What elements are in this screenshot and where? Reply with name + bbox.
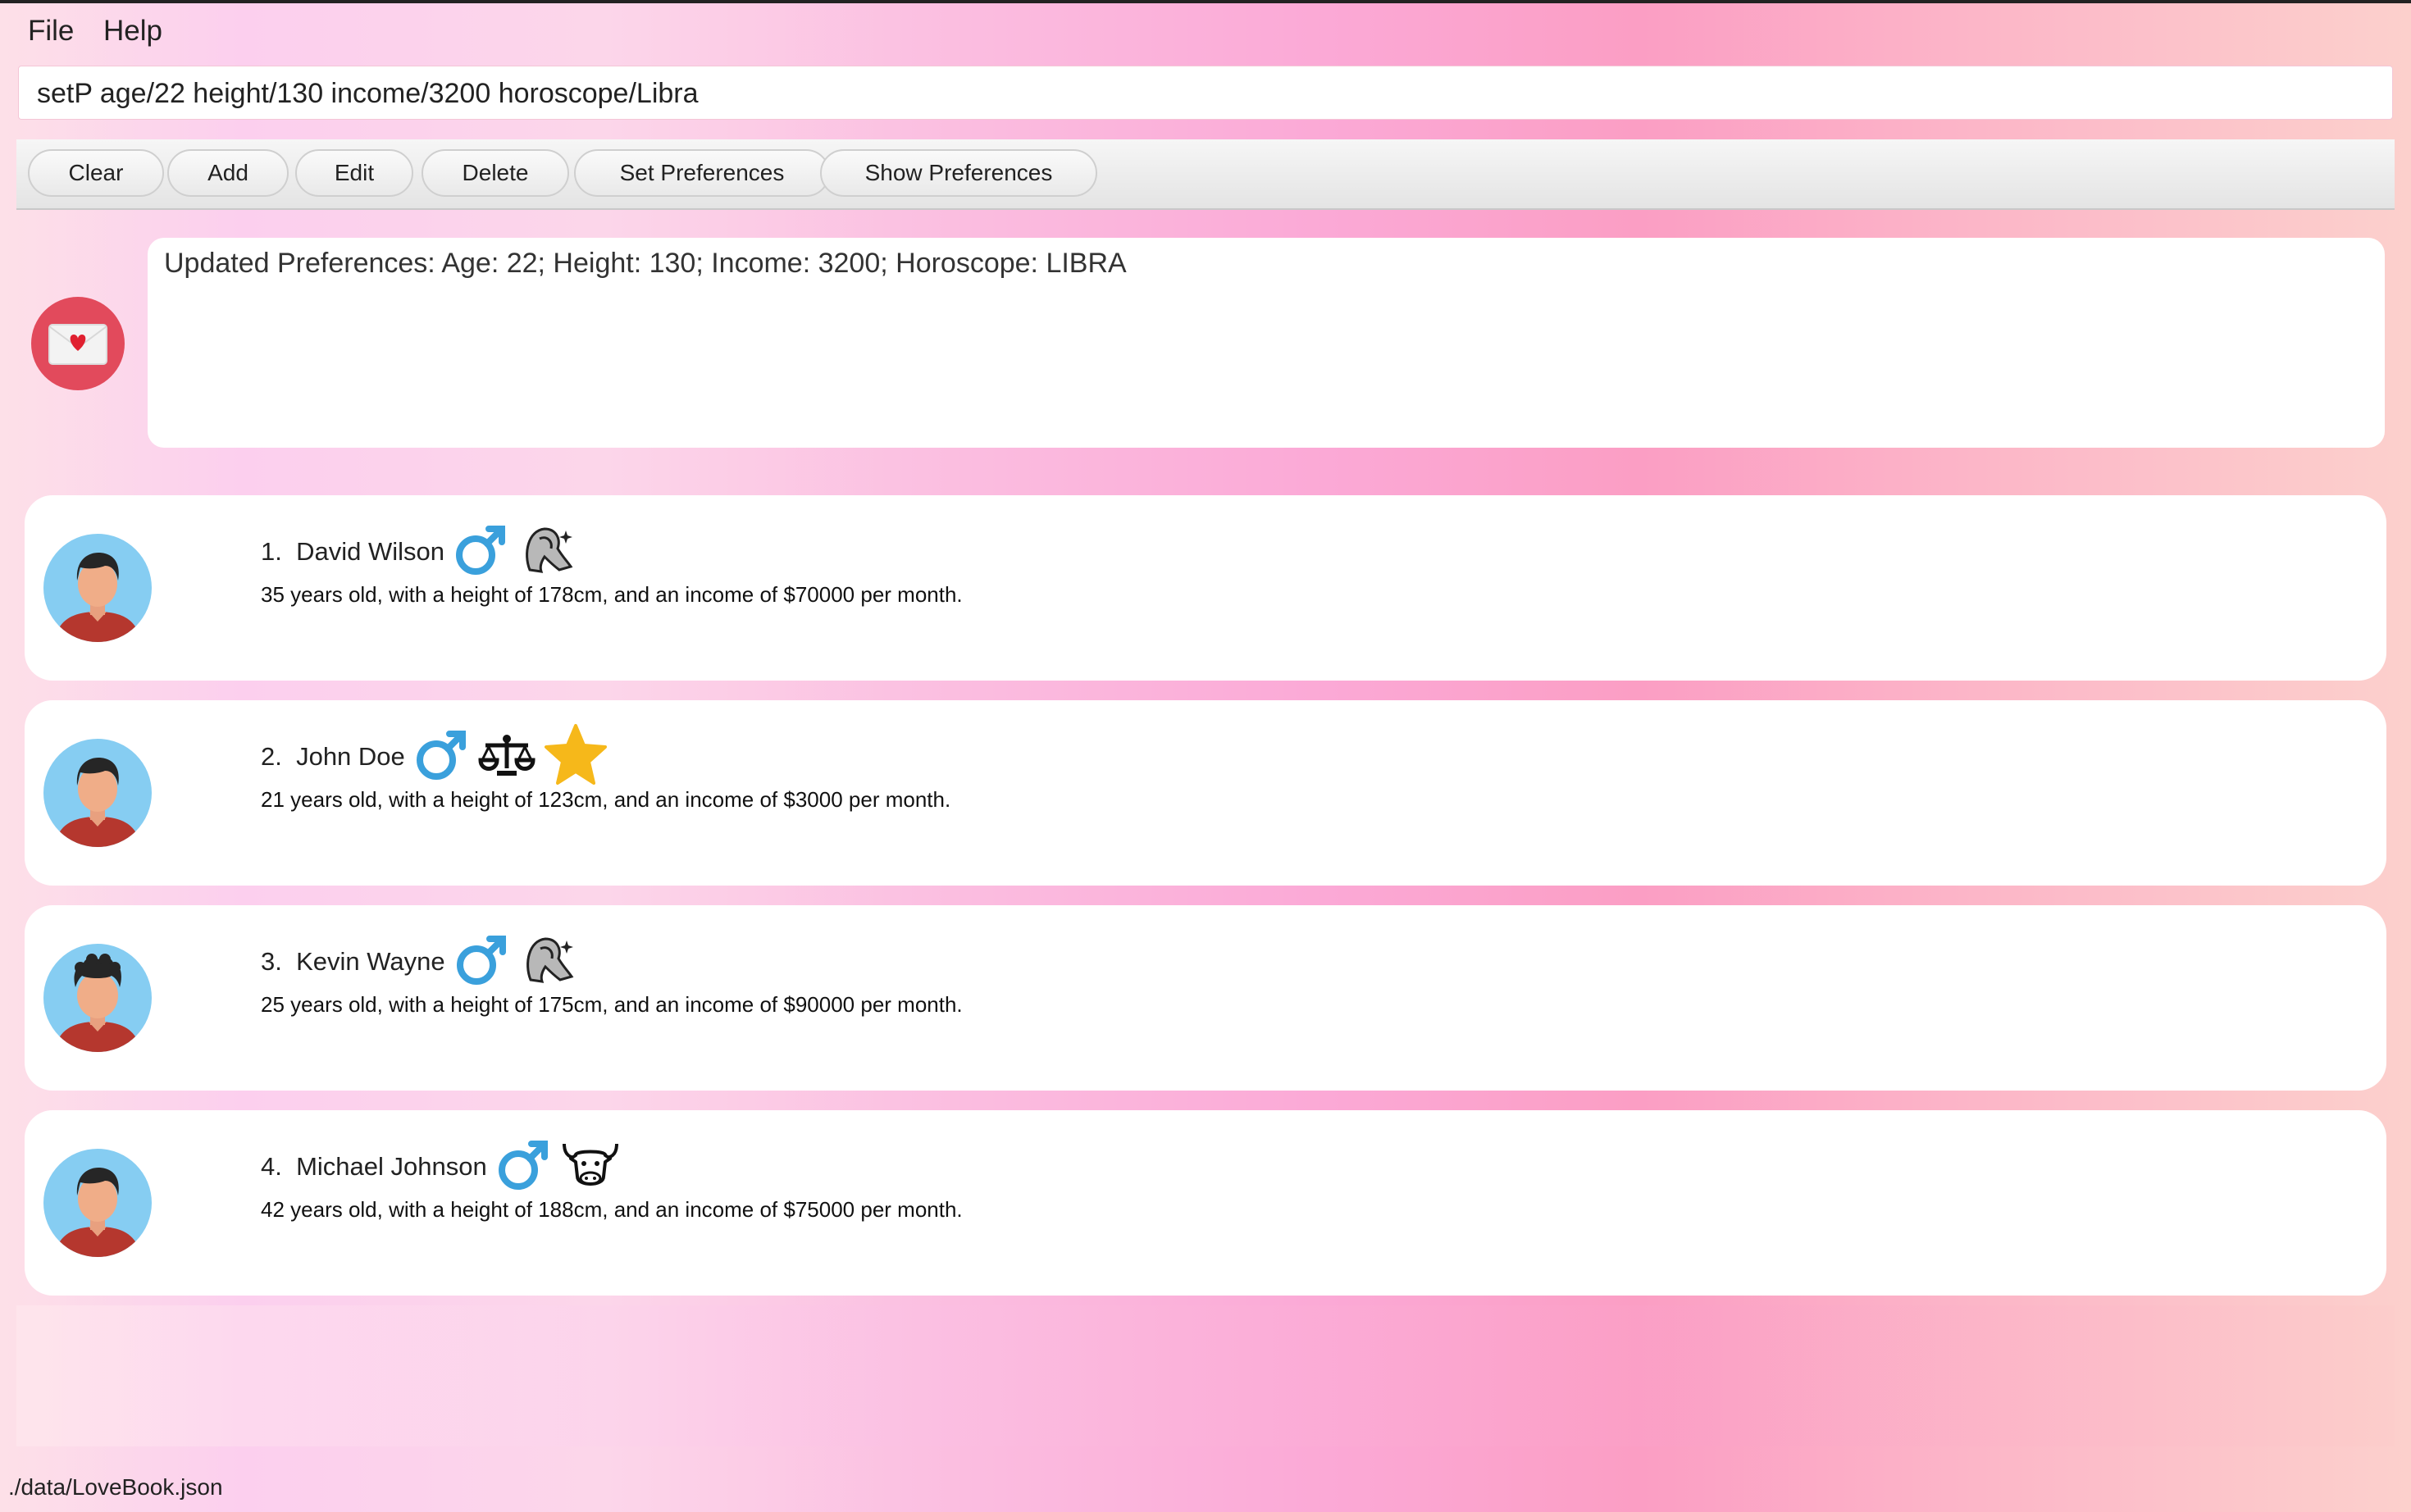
clear-button[interactable]: Clear [28, 149, 164, 197]
command-input[interactable]: setP age/22 height/130 income/3200 horos… [18, 66, 2393, 120]
delete-button[interactable]: Delete [422, 149, 569, 197]
result-display: Updated Preferences: Age: 22; Height: 13… [148, 238, 2385, 448]
person-name: 3. Kevin Wayne [261, 947, 445, 976]
star-icon [543, 722, 608, 792]
edit-button[interactable]: Edit [295, 149, 413, 197]
toolbar: Clear Add Edit Delete Set Preferences Sh… [16, 139, 2395, 210]
show-preferences-button[interactable]: Show Preferences [820, 149, 1097, 197]
person-card[interactable]: 1. David Wilson 35 years old, with a hei… [25, 495, 2386, 681]
name-line: 2. John Doe [261, 723, 608, 789]
set-preferences-button[interactable]: Set Preferences [574, 149, 830, 197]
male-icon [451, 521, 510, 584]
add-button[interactable]: Add [167, 149, 289, 197]
person-details: 21 years old, with a height of 123cm, an… [261, 787, 951, 812]
person-name: 4. Michael Johnson [261, 1152, 487, 1181]
virgo-icon [517, 521, 576, 584]
name-line: 4. Michael Johnson [261, 1138, 622, 1195]
menu-bar: File Help [0, 0, 2411, 59]
avatar [43, 943, 153, 1053]
male-icon [452, 931, 511, 994]
person-card[interactable]: 2. John Doe 21 years old, with a height … [25, 700, 2386, 886]
list-empty-area [16, 1305, 2395, 1446]
virgo-icon [517, 931, 577, 994]
person-details: 35 years old, with a height of 178cm, an… [261, 582, 963, 607]
love-letter-icon [31, 297, 125, 390]
person-details: 25 years old, with a height of 175cm, an… [261, 992, 963, 1017]
avatar [43, 738, 153, 848]
name-line: 1. David Wilson [261, 523, 576, 581]
menu-file[interactable]: File [28, 15, 74, 48]
name-line: 3. Kevin Wayne [261, 933, 577, 991]
taurus-icon [559, 1136, 622, 1199]
person-name: 1. David Wilson [261, 537, 444, 566]
person-name: 2. John Doe [261, 742, 405, 771]
person-card[interactable]: 4. Michael Johnson 42 years old, with a … [25, 1110, 2386, 1296]
person-card[interactable]: 3. Kevin Wayne 25 years old, with a heig… [25, 905, 2386, 1091]
person-details: 42 years old, with a height of 188cm, an… [261, 1197, 963, 1222]
male-icon [494, 1136, 553, 1199]
avatar [43, 533, 153, 643]
male-icon [412, 726, 471, 789]
avatar [43, 1148, 153, 1258]
libra-icon [477, 726, 536, 789]
menu-help[interactable]: Help [103, 15, 162, 48]
status-bar-path: ./data/LoveBook.json [8, 1474, 223, 1500]
